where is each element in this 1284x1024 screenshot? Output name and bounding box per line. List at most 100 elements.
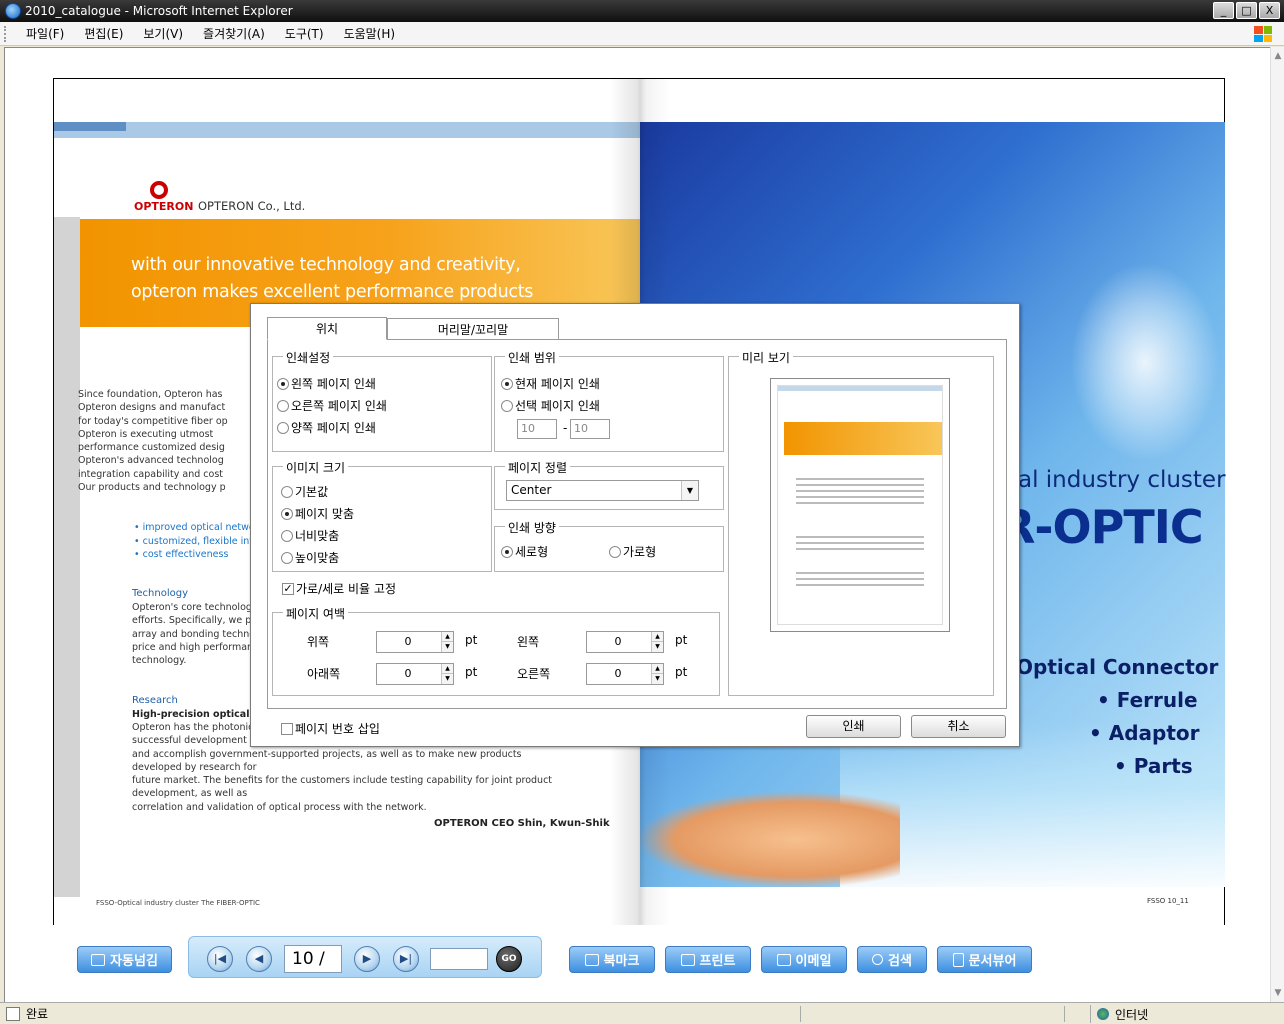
page-number-display[interactable]: 10 / 57 xyxy=(284,945,342,973)
margin-top-stepper[interactable]: 0 ▲ ▼ xyxy=(376,631,454,653)
page-margins-group: 페이지 여백 위쪽 0 ▲ ▼ pt 왼쪽 0 ▲ ▼ pt 아래쪽 0 ▲ ▼ pt 오른… xyxy=(272,605,720,696)
radio-fit-page[interactable]: 페이지 맞춤 xyxy=(281,505,354,522)
toolbar-grip[interactable] xyxy=(4,26,8,42)
go-button[interactable]: GO xyxy=(496,946,522,972)
page-margin-strip xyxy=(54,217,80,897)
company-name: OPTERON Co., Ltd. xyxy=(198,199,306,213)
range-to-input[interactable]: 10 xyxy=(570,419,610,439)
chevron-down-icon[interactable]: ▼ xyxy=(681,481,698,500)
radio-selected-pages[interactable]: 선택 페이지 인쇄 xyxy=(501,397,600,414)
auto-flip-button[interactable]: 자동넘김 xyxy=(77,946,172,973)
radio-fit-height-icon[interactable] xyxy=(281,551,293,564)
radio-selected-pages-icon[interactable] xyxy=(501,399,513,412)
spin-up-icon[interactable]: ▲ xyxy=(651,664,663,674)
image-size-group: 이미지 크기 기본값 페이지 맞춤 너비맞춤 높이맞춤 xyxy=(272,459,492,572)
printer-icon xyxy=(680,953,695,966)
spin-up-icon[interactable]: ▲ xyxy=(441,632,453,642)
radio-fit-height[interactable]: 높이맞춤 xyxy=(281,549,339,566)
radio-landscape-icon[interactable] xyxy=(609,545,621,558)
margin-right-unit: pt xyxy=(675,665,688,679)
status-text: 완료 xyxy=(26,1007,49,1021)
margin-right-stepper[interactable]: 0 ▲ ▼ xyxy=(586,663,664,685)
page-margins-legend: 페이지 여백 xyxy=(283,605,349,622)
world-map-graphic xyxy=(1070,262,1220,462)
spin-up-icon[interactable]: ▲ xyxy=(441,664,453,674)
radio-fit-width-icon[interactable] xyxy=(281,529,293,542)
radio-default-size[interactable]: 기본값 xyxy=(281,483,328,500)
radio-left-page-icon[interactable] xyxy=(277,377,289,390)
page-align-legend: 페이지 정렬 xyxy=(505,459,571,476)
spin-up-icon[interactable]: ▲ xyxy=(651,632,663,642)
spin-down-icon[interactable]: ▼ xyxy=(651,674,663,684)
keep-ratio-checkbox[interactable]: ✓ 가로/세로 비율 고정 xyxy=(282,580,396,597)
margin-top-unit: pt xyxy=(465,633,478,647)
prev-page-icon[interactable]: ◀ xyxy=(246,946,272,972)
doc-viewer-button[interactable]: 문서뷰어 xyxy=(937,946,1032,973)
bookmark-button[interactable]: 북마크 xyxy=(569,946,655,973)
print-button[interactable]: 인쇄 xyxy=(806,715,901,738)
next-page-icon[interactable]: ▶ xyxy=(354,946,380,972)
vertical-scrollbar[interactable]: ▲ ▼ xyxy=(1270,47,1284,1002)
spin-down-icon[interactable]: ▼ xyxy=(651,642,663,652)
page-number-check-icon[interactable] xyxy=(281,722,293,735)
radio-both-pages[interactable]: 양쪽 페이지 인쇄 xyxy=(277,419,376,436)
scroll-up-icon[interactable]: ▲ xyxy=(1273,51,1283,61)
radio-both-pages-icon[interactable] xyxy=(277,421,289,434)
tab-header-footer[interactable]: 머리말/꼬리말 xyxy=(387,318,559,340)
minimize-button[interactable]: _ xyxy=(1213,2,1234,19)
radio-current-page[interactable]: 현재 페이지 인쇄 xyxy=(501,375,600,392)
keep-ratio-check-icon[interactable]: ✓ xyxy=(282,582,294,595)
radio-default-size-icon[interactable] xyxy=(281,485,293,498)
spin-down-icon[interactable]: ▼ xyxy=(441,642,453,652)
radio-portrait[interactable]: 세로형 xyxy=(501,543,548,560)
last-page-icon[interactable]: ▶| xyxy=(393,946,419,972)
orientation-legend: 인쇄 방향 xyxy=(505,519,559,536)
envelope-icon xyxy=(776,953,791,966)
range-from-input[interactable]: 10 xyxy=(517,419,557,439)
print-toolbar-button[interactable]: 프린트 xyxy=(665,946,751,973)
radio-fit-page-icon[interactable] xyxy=(281,507,293,520)
radio-portrait-icon[interactable] xyxy=(501,545,513,558)
radio-right-page-icon[interactable] xyxy=(277,399,289,412)
scroll-down-icon[interactable]: ▼ xyxy=(1273,988,1283,998)
search-button[interactable]: 검색 xyxy=(857,946,927,973)
product-optical-connector: Optical Connector xyxy=(1016,655,1219,679)
preview-legend: 미리 보기 xyxy=(739,349,793,366)
product-parts: • Parts xyxy=(1114,754,1193,778)
first-page-icon[interactable]: |◀ xyxy=(207,946,233,972)
windows-logo-icon xyxy=(1248,24,1278,44)
maximize-button[interactable]: □ xyxy=(1236,2,1257,19)
margin-right-label: 오른쪽 xyxy=(517,667,551,681)
spin-down-icon[interactable]: ▼ xyxy=(441,674,453,684)
close-button[interactable]: X xyxy=(1259,2,1280,19)
email-button[interactable]: 이메일 xyxy=(761,946,847,973)
print-settings-group: 인쇄설정 왼쪽 페이지 인쇄 오른쪽 페이지 인쇄 양쪽 페이지 인쇄 xyxy=(272,349,492,452)
print-settings-legend: 인쇄설정 xyxy=(283,349,334,366)
menu-edit[interactable]: 편집(E) xyxy=(78,23,129,44)
left-page-footer: FSSO-Optical industry cluster The FIBER-… xyxy=(96,899,260,907)
margin-bottom-label: 아래쪽 xyxy=(307,667,341,681)
radio-right-page[interactable]: 오른쪽 페이지 인쇄 xyxy=(277,397,387,414)
menu-help[interactable]: 도움말(H) xyxy=(338,23,402,44)
radio-landscape[interactable]: 가로형 xyxy=(609,543,656,560)
cancel-button[interactable]: 취소 xyxy=(911,715,1006,738)
goto-page-input[interactable] xyxy=(430,948,488,970)
orientation-group: 인쇄 방향 세로형 가로형 xyxy=(494,519,724,572)
menu-file[interactable]: 파일(F) xyxy=(20,23,70,44)
margin-left-stepper[interactable]: 0 ▲ ▼ xyxy=(586,631,664,653)
page-number-checkbox[interactable]: 페이지 번호 삽입 xyxy=(281,720,380,737)
radio-current-page-icon[interactable] xyxy=(501,377,513,390)
menu-favorites[interactable]: 즐겨찾기(A) xyxy=(197,23,271,44)
product-ferrule: • Ferrule xyxy=(1097,688,1198,712)
header-band xyxy=(54,122,641,138)
tab-position[interactable]: 위치 xyxy=(267,317,387,340)
margin-bottom-stepper[interactable]: 0 ▲ ▼ xyxy=(376,663,454,685)
page-align-select[interactable]: Center ▼ xyxy=(506,480,699,501)
radio-left-page[interactable]: 왼쪽 페이지 인쇄 xyxy=(277,375,376,392)
internet-globe-icon xyxy=(1097,1008,1109,1020)
radio-fit-width[interactable]: 너비맞춤 xyxy=(281,527,339,544)
product-adaptor: • Adaptor xyxy=(1089,721,1200,745)
menu-tools[interactable]: 도구(T) xyxy=(279,23,330,44)
margin-bottom-unit: pt xyxy=(465,665,478,679)
menu-view[interactable]: 보기(V) xyxy=(137,23,189,44)
